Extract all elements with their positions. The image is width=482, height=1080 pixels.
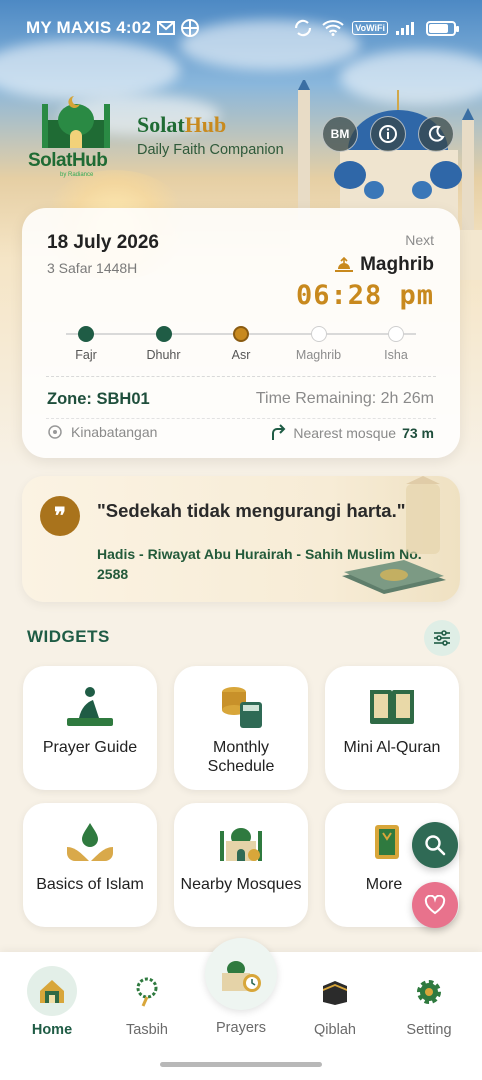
theme-toggle-button[interactable] (418, 116, 454, 152)
timeline-label-isha: Isha (384, 348, 408, 362)
widget-label: Monthly Schedule (207, 739, 275, 775)
divider (46, 376, 436, 377)
widget-nearby-mosques[interactable]: Nearby Mosques (174, 803, 308, 927)
info-button[interactable] (370, 116, 406, 152)
timeline-label-dhuhr: Dhuhr (146, 348, 181, 362)
turn-right-arrow-icon (272, 424, 286, 440)
location[interactable]: Kinabatangan (47, 424, 157, 440)
quote-card[interactable]: ❞ "Sedekah tidak mengurangi harta." Hadi… (22, 476, 460, 602)
nav-label: Tasbih (126, 1022, 168, 1038)
nav-qiblah[interactable]: Qiblah (295, 972, 375, 1038)
gregorian-date: 18 July 2026 (47, 232, 159, 253)
timeline-label-maghrib: Maghrib (295, 348, 342, 362)
heart-icon (424, 895, 446, 915)
status-bar: MY MAXIS 4:02 VoWiFi (0, 0, 482, 56)
quran-lantern-illustration (342, 476, 446, 594)
sunset-icon (335, 257, 354, 272)
timeline-dot-isha (388, 326, 404, 342)
search-icon (425, 835, 446, 856)
next-prayer-label: Next (405, 232, 434, 248)
wifi-icon (322, 20, 344, 36)
vowifi-badge: VoWiFi (352, 21, 388, 35)
book-icon (375, 825, 399, 859)
favorite-fab[interactable] (412, 882, 458, 928)
prayer-mat-icon (67, 687, 113, 726)
timeline-dot-fajr (78, 326, 94, 342)
sync-icon (292, 19, 314, 37)
widget-mini-al-quran[interactable]: Mini Al-Quran (325, 666, 459, 790)
nav-label: Home (31, 1022, 73, 1038)
divider (46, 418, 436, 419)
signal-icon (396, 21, 418, 35)
nav-label: Qiblah (314, 1022, 356, 1038)
zone-code: Zone: SBH01 (47, 390, 150, 408)
quote-icon: ❞ (40, 496, 80, 536)
moon-icon (428, 125, 445, 142)
prayer-card[interactable]: 18 July 2026 3 Safar 1448H Next Maghrib … (22, 208, 460, 458)
app-icon (181, 19, 200, 37)
sliders-icon (434, 630, 450, 646)
logo-subtext: by Radiance (60, 172, 94, 178)
widget-monthly-schedule[interactable]: Monthly Schedule (174, 666, 308, 790)
tasbih-beads-icon (127, 972, 167, 1012)
nearest-mosque[interactable]: Nearest mosque 73 m (269, 424, 434, 442)
quran-book-icon (370, 690, 414, 724)
timeline-label-fajr: Fajr (75, 348, 97, 362)
home-indicator[interactable] (160, 1062, 322, 1067)
logo-text: SolatHub (28, 150, 108, 171)
search-fab[interactable] (412, 822, 458, 868)
hijri-date: 3 Safar 1448H (47, 260, 138, 276)
timeline-label-asr: Asr (231, 348, 251, 362)
widget-label: Basics of Islam (36, 876, 144, 893)
widgets-settings-button[interactable] (424, 620, 460, 656)
gmail-icon (157, 21, 176, 35)
mosque-clock-icon (205, 938, 277, 1010)
brand-block: SolatHub Daily Faith Companion (137, 112, 284, 158)
hands-drop-icon (67, 823, 113, 861)
nav-label: Setting (406, 1022, 452, 1038)
nav-home[interactable]: Home (12, 966, 92, 1038)
next-prayer-time: 06:28 pm (295, 280, 434, 311)
brand-tagline: Daily Faith Companion (137, 142, 284, 158)
carrier-time: MY MAXIS 4:02 (26, 18, 152, 37)
brand-name: SolatHub (137, 112, 227, 137)
home-mosque-icon (27, 966, 77, 1016)
timeline-dot-maghrib (310, 326, 327, 342)
timeline-dot-dhuhr (155, 326, 172, 342)
nav-tasbih[interactable]: Tasbih (107, 972, 187, 1038)
mosque-pin-icon (220, 828, 262, 861)
nav-label: Prayers (216, 1020, 266, 1036)
widget-basics-of-islam[interactable]: Basics of Islam (23, 803, 157, 927)
next-prayer-name: Maghrib (334, 254, 434, 276)
logo-mosque-icon (42, 96, 110, 148)
bottom-navigation: Home Tasbih Prayers Qiblah Setting (0, 938, 482, 1080)
nav-setting[interactable]: Setting (389, 972, 469, 1038)
widget-label: Nearby Mosques (180, 876, 302, 893)
kaaba-icon (315, 972, 355, 1012)
widget-prayer-guide[interactable]: Prayer Guide (23, 666, 157, 790)
battery-icon (426, 20, 459, 36)
app-logo: SolatHub by Radiance (26, 90, 126, 182)
time-remaining: Time Remaining: 2h 26m (255, 390, 434, 407)
widget-label: Prayer Guide (42, 739, 138, 756)
coins-calculator-icon (222, 687, 262, 728)
widget-label: Mini Al-Quran (343, 739, 441, 756)
info-icon (379, 125, 397, 143)
gear-icon (409, 972, 449, 1012)
nav-prayers[interactable]: Prayers (201, 938, 281, 1036)
location-target-icon (48, 425, 62, 439)
timeline-dot-asr (233, 326, 249, 342)
language-button[interactable]: BM (322, 116, 358, 152)
widgets-title: WIDGETS (27, 627, 110, 646)
